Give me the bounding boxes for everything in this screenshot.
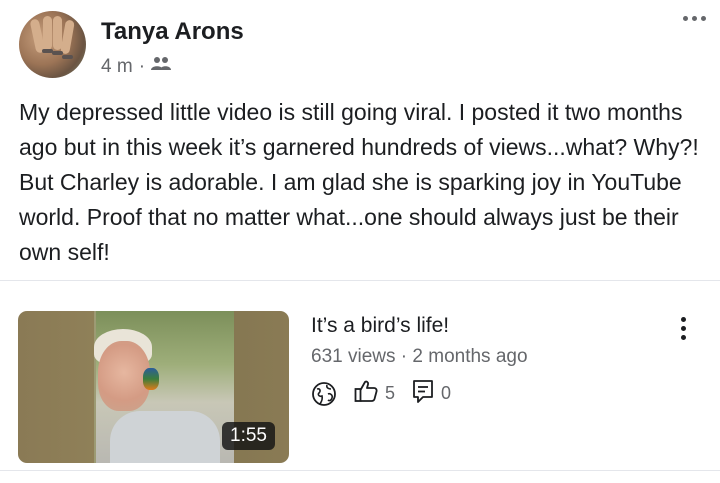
video-actions: 5 0 — [311, 378, 467, 409]
more-vertical-icon[interactable] — [681, 317, 686, 340]
author-name[interactable]: Tanya Arons — [101, 18, 244, 46]
post-card: Tanya Arons 4 m · My depressed little vi… — [0, 0, 720, 483]
like-count-label: 5 — [385, 383, 396, 403]
post-meta: 4 m · — [101, 56, 172, 78]
friends-icon — [151, 56, 172, 78]
divider — [0, 280, 720, 281]
video-views: 631 views — [311, 346, 396, 367]
video-thumbnail[interactable]: 1:55 — [18, 311, 289, 463]
bottom-divider — [0, 470, 720, 471]
video-meta-separator: · — [400, 346, 408, 367]
comment-icon — [411, 378, 435, 409]
video-age: 2 months ago — [412, 346, 528, 367]
globe-icon — [311, 381, 337, 407]
more-horizontal-icon[interactable] — [683, 16, 706, 21]
thumbs-up-icon — [353, 378, 379, 409]
post-time[interactable]: 4 m — [101, 56, 133, 78]
comment-count-label: 0 — [441, 383, 452, 403]
comment-count[interactable]: 0 — [411, 378, 451, 409]
video-duration: 1:55 — [222, 422, 275, 450]
avatar[interactable] — [19, 11, 86, 78]
like-count[interactable]: 5 — [353, 378, 395, 409]
meta-separator: · — [138, 56, 146, 77]
post-text: My depressed little video is still going… — [19, 99, 699, 265]
video-title[interactable]: It’s a bird’s life! — [311, 314, 449, 338]
video-meta: 631 views · 2 months ago — [311, 346, 528, 368]
